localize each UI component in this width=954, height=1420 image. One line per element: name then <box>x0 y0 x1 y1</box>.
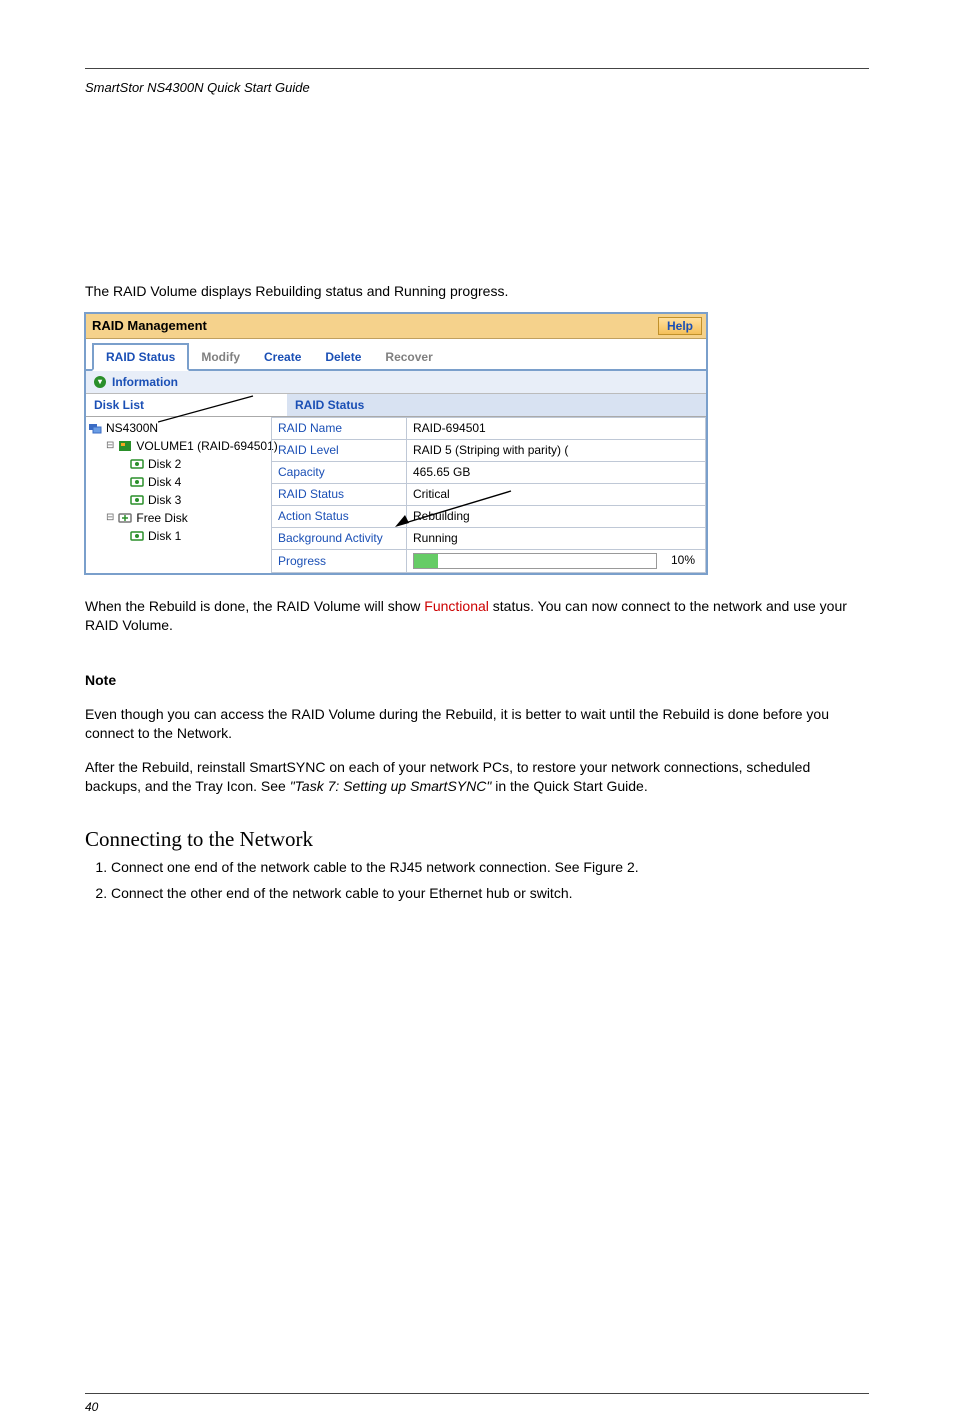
help-button[interactable]: Help <box>658 317 702 335</box>
table-row: Background ActivityRunning <box>272 527 706 549</box>
intro-paragraph: The RAID Volume displays Rebuilding stat… <box>85 282 869 302</box>
status-value: Running <box>407 527 706 549</box>
panel-title: RAID Management <box>92 318 207 333</box>
disk-icon <box>130 475 144 489</box>
panel-title-bar: RAID Management Help <box>86 314 706 339</box>
information-label[interactable]: Information <box>112 375 178 389</box>
disk-icon <box>130 493 144 507</box>
annotation-arrow-icon <box>158 394 258 424</box>
tab-delete[interactable]: Delete <box>313 345 373 369</box>
table-row-progress: Progress 10% <box>272 549 706 572</box>
column-headers: Disk List RAID Status <box>86 394 706 417</box>
status-label: RAID Name <box>272 417 407 439</box>
table-row: RAID NameRAID-694501 <box>272 417 706 439</box>
raid-management-panel: RAID Management Help RAID Status Modify … <box>84 312 708 575</box>
header-raid-status: RAID Status <box>287 394 706 416</box>
information-subtab-row: ▾ Information <box>86 371 706 394</box>
status-label: Background Activity <box>272 527 407 549</box>
tree-disk[interactable]: Disk 3 <box>88 491 269 509</box>
disk-icon <box>130 529 144 543</box>
status-label: RAID Level <box>272 439 407 461</box>
dropdown-arrow-icon[interactable]: ▾ <box>94 376 106 388</box>
tab-raid-status[interactable]: RAID Status <box>92 343 189 371</box>
progress-percent: 10% <box>657 553 699 569</box>
nas-icon <box>88 421 102 435</box>
after-panel-paragraph: When the Rebuild is done, the RAID Volum… <box>85 597 869 636</box>
steps-list: Connect one end of the network cable to … <box>85 858 869 903</box>
header-disk-list: Disk List <box>86 394 287 416</box>
status-label: Capacity <box>272 461 407 483</box>
volume-icon <box>118 439 132 453</box>
doc-header: SmartStor NS4300N Quick Start Guide <box>85 79 869 97</box>
status-value: 465.65 GB <box>407 461 706 483</box>
tab-modify[interactable]: Modify <box>189 345 252 369</box>
table-row: Capacity465.65 GB <box>272 461 706 483</box>
annotation-arrow-icon <box>393 489 513 529</box>
progress-cell: 10% <box>407 549 706 572</box>
tree-volume[interactable]: ⊟ VOLUME1 (RAID-694501) <box>88 437 269 455</box>
tab-create[interactable]: Create <box>252 345 313 369</box>
tree-disk[interactable]: Disk 4 <box>88 473 269 491</box>
free-disk-group-icon <box>118 511 132 525</box>
progress-bar <box>413 553 657 569</box>
note-block: Note Even though you can access the RAID… <box>85 671 869 797</box>
section-heading: Connecting to the Network <box>85 827 869 852</box>
tabs-row: RAID Status Modify Create Delete Recover <box>86 339 706 371</box>
disk-tree: NS4300N ⊟ VOLUME1 (RAID-694501) Disk 2 D… <box>86 417 271 573</box>
progress-label: Progress <box>272 549 407 572</box>
status-value: RAID 5 (Striping with parity) ( <box>407 439 706 461</box>
status-label: RAID Status <box>272 483 407 505</box>
disk-icon <box>130 457 144 471</box>
tree-disk[interactable]: Disk 2 <box>88 455 269 473</box>
table-row: RAID LevelRAID 5 (Striping with parity) … <box>272 439 706 461</box>
tree-free-disk-group[interactable]: ⊟ Free Disk <box>88 509 269 527</box>
status-label: Action Status <box>272 505 407 527</box>
tab-recover[interactable]: Recover <box>373 345 444 369</box>
page-footer: 40 NS4300N Install Guide.book Page 40 Mo… <box>85 1393 869 1420</box>
status-value: RAID-694501 <box>407 417 706 439</box>
tree-free-disk[interactable]: Disk 1 <box>88 527 269 545</box>
